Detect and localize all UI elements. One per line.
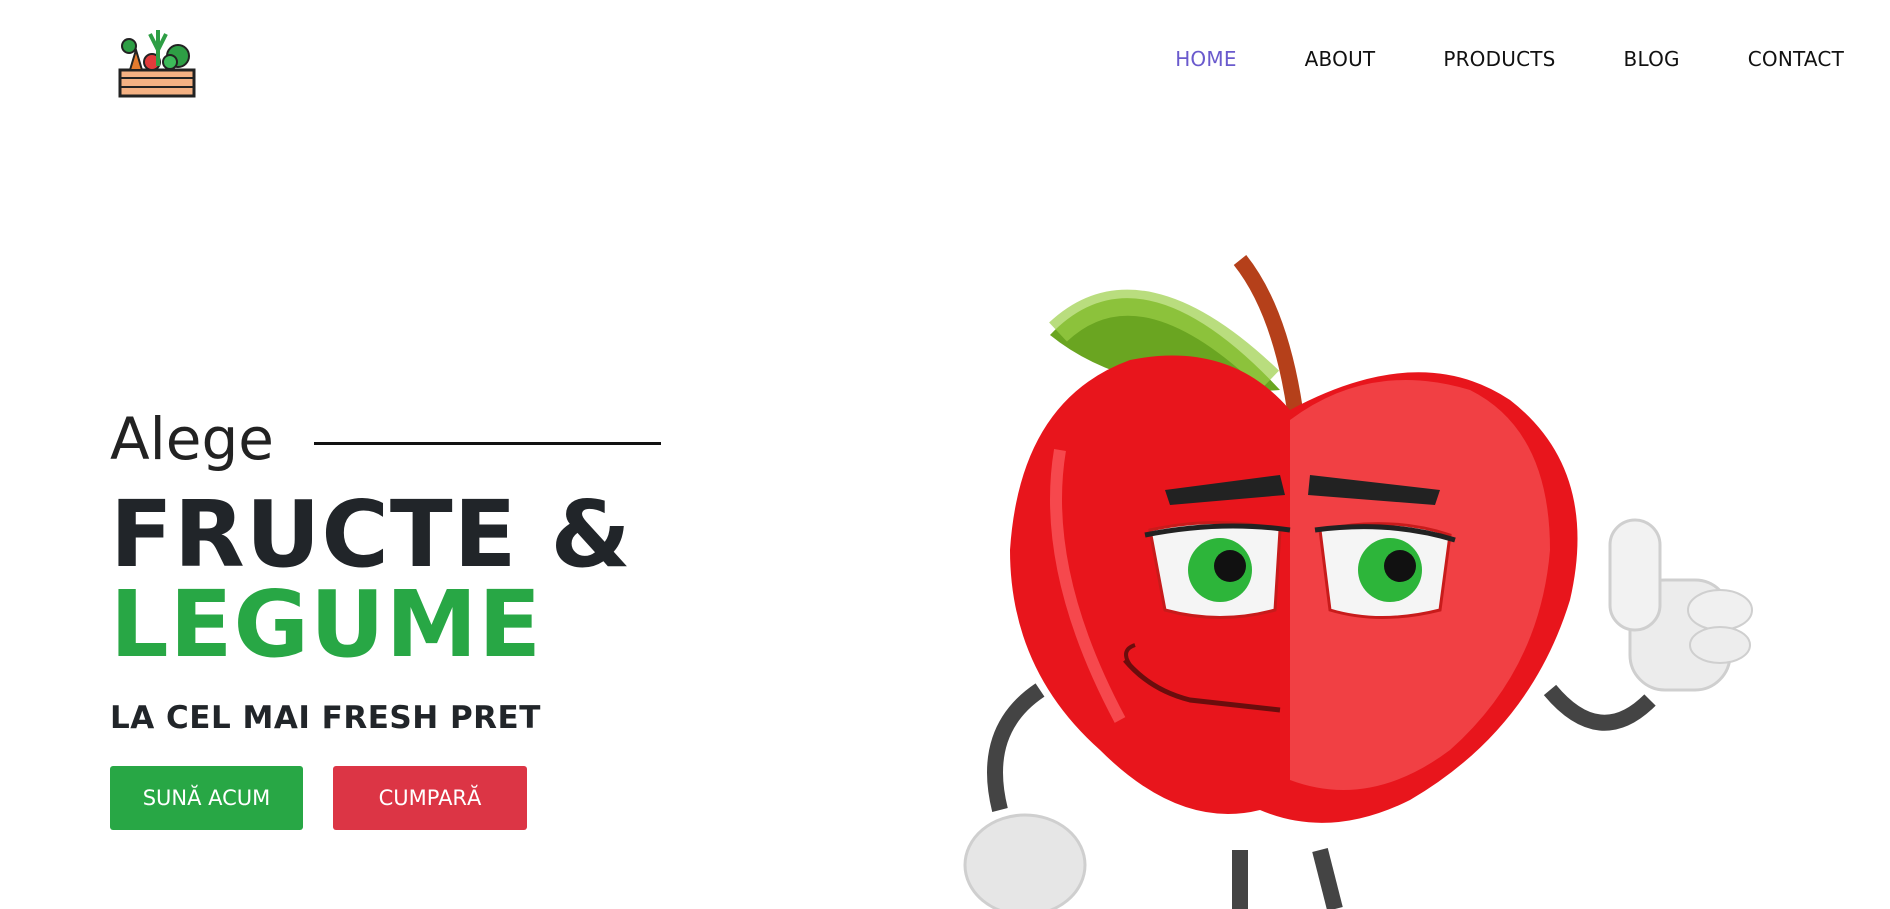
kicker-divider (313, 441, 661, 445)
hero-title-line1: FRUCTE & (110, 481, 632, 588)
buy-button[interactable]: CUMPARĂ (333, 766, 527, 830)
hero-buttons: SUNĂ ACUM CUMPARĂ (110, 766, 730, 830)
hero-kicker-text: Alege (110, 405, 274, 473)
hero-subtitle: LA CEL MAI FRESH PRET (110, 700, 541, 736)
nav-home[interactable]: HOME (1175, 47, 1236, 71)
vegetable-crate-logo-icon[interactable] (116, 20, 198, 100)
nav-about[interactable]: ABOUT (1305, 47, 1376, 71)
call-now-button[interactable]: SUNĂ ACUM (110, 766, 303, 830)
nav-blog[interactable]: BLOG (1624, 47, 1680, 71)
hero-section: Alege FRUCTE & LEGUME LA CEL MAI FRESH P… (110, 410, 730, 830)
hero-kicker: Alege (110, 410, 730, 468)
hero-title-line2: LEGUME (110, 571, 543, 678)
apple-mascot-illustration (963, 255, 1753, 909)
main-nav: HOME ABOUT PRODUCTS BLOG CONTACT (1107, 47, 1844, 71)
nav-products[interactable]: PRODUCTS (1443, 47, 1555, 71)
nav-contact[interactable]: CONTACT (1748, 47, 1844, 71)
